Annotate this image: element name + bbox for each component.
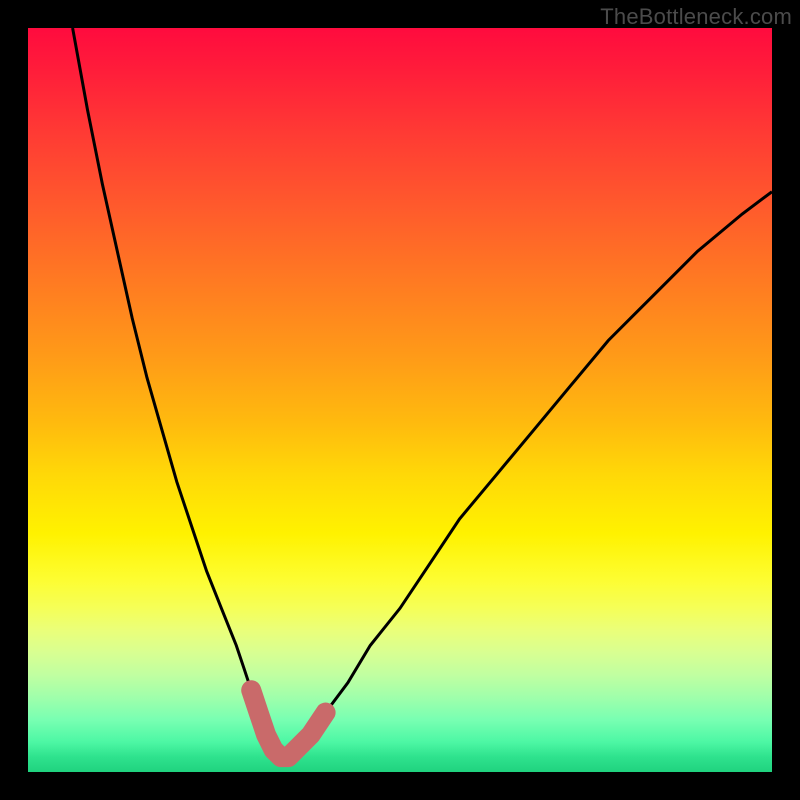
curve-left-branch [73,28,281,757]
optimal-band [251,690,325,757]
watermark-text: TheBottleneck.com [600,4,792,30]
optimal-markers [251,690,334,757]
bottleneck-curve [28,28,772,772]
optimal-extra-dot [317,704,335,722]
curve-right-branch [281,192,772,757]
chart-frame [28,28,772,772]
